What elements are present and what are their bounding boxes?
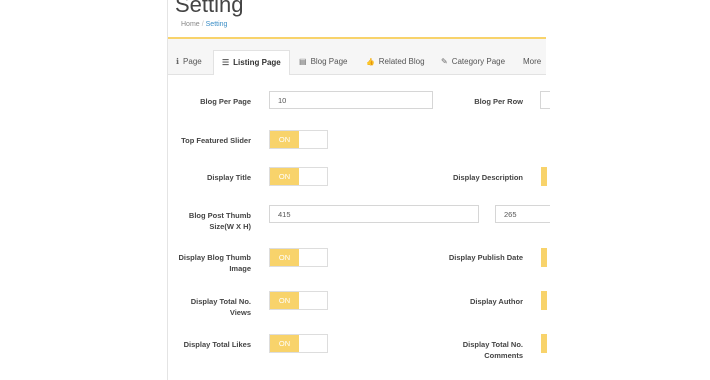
thumb-width-input[interactable]: 415 xyxy=(269,205,479,223)
tab-bar: ℹ Page ☰ Listing Page ▤ Blog Page 👍 Related … xyxy=(168,50,546,76)
page-header: Setting Home / Setting xyxy=(168,0,546,39)
label-line: Blog Post Thumb xyxy=(188,211,251,220)
breadcrumb: Home / Setting xyxy=(181,21,227,28)
tab-label: Page xyxy=(183,57,202,66)
display-author-toggle[interactable] xyxy=(541,291,547,310)
list-icon: ☰ xyxy=(222,58,230,67)
blog-per-row-label: Blog Per Row xyxy=(474,97,523,106)
thumbs-up-icon: 👍 xyxy=(366,59,375,66)
label-line: Comments xyxy=(484,351,523,360)
display-total-likes-label: Display Total Likes xyxy=(183,340,251,349)
display-total-comments-label: Display Total No. Comments xyxy=(438,339,523,361)
tab-label: Blog Page xyxy=(310,57,348,66)
page-title: Setting xyxy=(175,0,244,17)
breadcrumb-separator: / xyxy=(201,21,204,28)
breadcrumb-home-link[interactable]: Home xyxy=(181,21,200,28)
display-blog-thumb-toggle[interactable]: ON xyxy=(269,248,328,267)
breadcrumb-current[interactable]: Setting xyxy=(206,21,228,28)
blog-post-thumb-size-label: Blog Post Thumb Size(W X H) xyxy=(168,210,251,232)
tab-listing-page[interactable]: ☰ Listing Page xyxy=(213,50,290,76)
label-line: Display Total No. xyxy=(462,340,523,349)
display-title-label: Display Title xyxy=(206,173,251,182)
display-publish-date-toggle[interactable] xyxy=(541,248,547,267)
display-author-label: Display Author xyxy=(469,297,523,306)
tab-label: More xyxy=(523,57,542,66)
label-line: Display Total No. xyxy=(190,297,251,306)
toggle-on-state: ON xyxy=(270,335,299,352)
label-line: Size(W X H) xyxy=(209,222,251,231)
thumb-height-input[interactable]: 265 xyxy=(495,205,550,223)
label-line: Display Blog Thumb xyxy=(178,253,251,262)
toggle-on-state: ON xyxy=(270,249,299,266)
top-featured-slider-label: Top Featured Slider xyxy=(181,136,251,145)
toggle-on-state: ON xyxy=(270,292,299,309)
display-description-label: Display Description xyxy=(452,173,523,182)
tab-blog-page[interactable]: ▤ Blog Page xyxy=(299,50,347,74)
blog-per-page-label: Blog Per Page xyxy=(200,97,251,106)
blog-per-row-input[interactable] xyxy=(540,91,550,109)
display-description-toggle[interactable] xyxy=(541,167,547,186)
tab-more[interactable]: More xyxy=(523,50,541,74)
label-line: Views xyxy=(229,308,251,317)
tab-label: Related Blog xyxy=(378,57,425,66)
listing-page-form: Blog Per Page 10 Blog Per Row Top Featur… xyxy=(168,75,550,380)
label-line: Image xyxy=(229,264,251,273)
toggle-on-state: ON xyxy=(270,131,299,148)
tab-label: Listing Page xyxy=(233,58,281,67)
info-icon: ℹ xyxy=(176,57,180,66)
tab-page[interactable]: ℹ Page xyxy=(176,50,202,74)
settings-panel: Setting Home / Setting ℹ Page ☰ Listing Page… xyxy=(167,0,550,380)
tag-icon: ✎ xyxy=(441,57,448,66)
blog-per-page-input[interactable]: 10 xyxy=(269,91,433,109)
display-total-views-label: Display Total No. Views xyxy=(168,296,251,318)
display-total-likes-toggle[interactable]: ON xyxy=(269,334,328,353)
display-title-toggle[interactable]: ON xyxy=(269,167,328,186)
tab-category-page[interactable]: ✎ Category Page xyxy=(441,50,505,74)
toggle-on-state: ON xyxy=(270,168,299,185)
display-blog-thumb-label: Display Blog Thumb Image xyxy=(168,252,251,274)
tab-related-blog[interactable]: 👍 Related Blog xyxy=(366,50,425,74)
display-total-views-toggle[interactable]: ON xyxy=(269,291,328,310)
display-total-comments-toggle[interactable] xyxy=(541,334,547,353)
content-area: ℹ Page ☰ Listing Page ▤ Blog Page 👍 Related … xyxy=(168,39,550,380)
display-publish-date-label: Display Publish Date xyxy=(448,253,523,262)
tab-label: Category Page xyxy=(451,57,506,66)
card-icon: ▤ xyxy=(299,57,307,66)
top-featured-slider-toggle[interactable]: ON xyxy=(269,130,328,149)
